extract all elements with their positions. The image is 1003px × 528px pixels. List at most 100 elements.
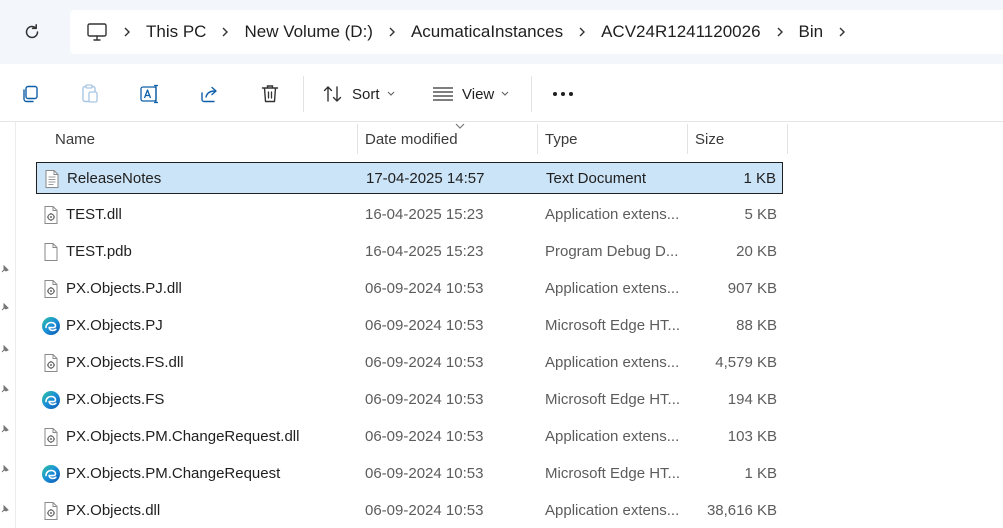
table-row[interactable]: TEST.pdb 16-04-2025 15:23 Program Debug D.… — [36, 236, 783, 268]
file-date-modified: 06-09-2024 10:53 — [365, 465, 484, 482]
file-size: 5 KB — [744, 206, 777, 223]
dll-file-icon — [41, 279, 61, 299]
blank-file-icon — [41, 242, 61, 262]
table-row[interactable]: PX.Objects.dll 06-09-2024 10:53 Applicatio… — [36, 495, 783, 527]
file-size: 1 KB — [744, 465, 777, 482]
column-header-date[interactable]: Date modified — [365, 122, 535, 156]
rename-icon — [140, 84, 158, 104]
refresh-button[interactable] — [18, 18, 46, 46]
file-date-modified: 16-04-2025 15:23 — [365, 206, 484, 223]
column-header-name[interactable]: Name — [55, 122, 355, 156]
sort-label: Sort — [352, 85, 380, 103]
breadcrumb-item-acumatica-instances[interactable]: AcumaticaInstances — [409, 22, 565, 42]
file-type: Microsoft Edge HT... — [545, 465, 681, 482]
chevron-right-icon[interactable] — [208, 26, 242, 38]
file-name: PX.Objects.PM.ChangeRequest.dll — [66, 428, 300, 445]
chevron-right-icon[interactable] — [110, 26, 144, 38]
file-type: Application extens... — [545, 354, 680, 371]
table-row-selected[interactable]: ReleaseNotes 17-04-2025 14:57 Text Documen… — [36, 162, 783, 194]
toolbar-divider — [531, 76, 532, 112]
paste-button[interactable] — [76, 78, 104, 110]
file-date-modified: 06-09-2024 10:53 — [365, 317, 484, 334]
more-icon — [553, 92, 573, 96]
file-name: ReleaseNotes — [67, 170, 162, 187]
share-button[interactable] — [196, 78, 224, 110]
chevron-right-icon[interactable] — [565, 26, 599, 38]
table-row[interactable]: PX.Objects.FS 06-09-2024 10:53 Microsoft E… — [36, 384, 783, 416]
file-date-modified: 17-04-2025 14:57 — [366, 170, 485, 187]
pin-icon — [1, 424, 9, 433]
file-name: PX.Objects.PJ.dll — [66, 280, 182, 297]
file-name: PX.Objects.FS — [66, 391, 165, 408]
list-view-icon — [433, 87, 453, 101]
dll-file-icon — [41, 427, 61, 447]
column-divider[interactable] — [687, 124, 688, 154]
file-name: PX.Objects.dll — [66, 502, 161, 519]
file-type: Application extens... — [545, 502, 680, 519]
file-name: PX.Objects.FS.dll — [66, 354, 184, 371]
dll-file-icon — [41, 205, 61, 225]
table-row[interactable]: PX.Objects.PM.ChangeRequest 06-09-2024 10… — [36, 458, 783, 490]
view-button[interactable]: View — [432, 78, 510, 110]
column-header-type-label: Type — [545, 130, 578, 148]
sort-button[interactable]: Sort — [322, 78, 396, 110]
paste-icon — [82, 84, 98, 103]
pin-icon — [1, 264, 9, 273]
delete-button[interactable] — [256, 78, 284, 110]
command-bar: Sort View — [0, 64, 1003, 122]
column-header-size-label: Size — [695, 130, 725, 148]
breadcrumb-item-this-pc[interactable]: This PC — [144, 22, 208, 42]
rename-button[interactable] — [136, 78, 164, 110]
file-name: PX.Objects.PM.ChangeRequest — [66, 465, 281, 482]
dll-file-icon — [41, 353, 61, 373]
column-header-row: Name Date modified Type Size — [16, 122, 1003, 156]
navigation-pane-edge[interactable] — [0, 122, 16, 528]
file-type: Program Debug D... — [545, 243, 679, 260]
breadcrumb[interactable]: This PC New Volume (D:) AcumaticaInstanc… — [70, 10, 1003, 54]
table-row[interactable]: PX.Objects.PM.ChangeRequest.dll 06-09-202… — [36, 421, 783, 453]
file-size: 88 KB — [736, 317, 777, 334]
pin-icon — [1, 344, 9, 353]
file-date-modified: 16-04-2025 15:23 — [365, 243, 484, 260]
column-header-size[interactable]: Size — [695, 122, 785, 156]
file-size: 103 KB — [727, 428, 777, 445]
table-row[interactable]: PX.Objects.FS.dll 06-09-2024 10:53 Applica… — [36, 347, 783, 379]
copy-icon — [23, 85, 38, 103]
refresh-icon — [25, 24, 39, 39]
file-size: 1 KB — [743, 170, 776, 187]
column-divider[interactable] — [357, 124, 358, 154]
chevron-right-icon[interactable] — [825, 26, 859, 38]
more-options-button[interactable] — [550, 78, 576, 110]
pin-icon — [1, 302, 9, 311]
breadcrumb-item-bin[interactable]: Bin — [797, 22, 826, 42]
table-row[interactable]: PX.Objects.PJ.dll 06-09-2024 10:53 Applica… — [36, 273, 783, 305]
file-type: Application extens... — [545, 280, 680, 297]
toolbar-divider — [303, 76, 304, 112]
sort-icon — [323, 86, 342, 102]
breadcrumb-item-instance[interactable]: ACV24R1241120026 — [599, 22, 762, 42]
file-size: 38,616 KB — [706, 502, 777, 519]
file-type: Microsoft Edge HT... — [545, 391, 681, 408]
breadcrumb-item-new-volume[interactable]: New Volume (D:) — [242, 22, 374, 42]
file-name: TEST.dll — [66, 206, 122, 223]
chevron-right-icon[interactable] — [763, 26, 797, 38]
file-name: TEST.pdb — [66, 243, 132, 260]
column-divider[interactable] — [787, 124, 788, 154]
pin-icon — [1, 384, 9, 393]
file-size: 194 KB — [727, 391, 777, 408]
share-icon — [201, 86, 217, 103]
chevron-right-icon[interactable] — [375, 26, 409, 38]
view-label: View — [462, 85, 495, 103]
column-header-date-label: Date modified — [365, 130, 458, 148]
table-row[interactable]: TEST.dll 16-04-2025 15:23 Application exte… — [36, 199, 783, 231]
text-file-icon — [42, 169, 62, 189]
file-date-modified: 06-09-2024 10:53 — [365, 391, 484, 408]
file-name: PX.Objects.PJ — [66, 317, 163, 334]
column-header-type[interactable]: Type — [545, 122, 685, 156]
copy-button[interactable] — [16, 78, 44, 110]
file-date-modified: 06-09-2024 10:53 — [365, 354, 484, 371]
column-divider[interactable] — [537, 124, 538, 154]
table-row[interactable]: PX.Objects.PJ 06-09-2024 10:53 Microsoft E… — [36, 310, 783, 342]
this-pc-icon[interactable] — [84, 19, 110, 45]
pin-icon — [1, 504, 9, 513]
